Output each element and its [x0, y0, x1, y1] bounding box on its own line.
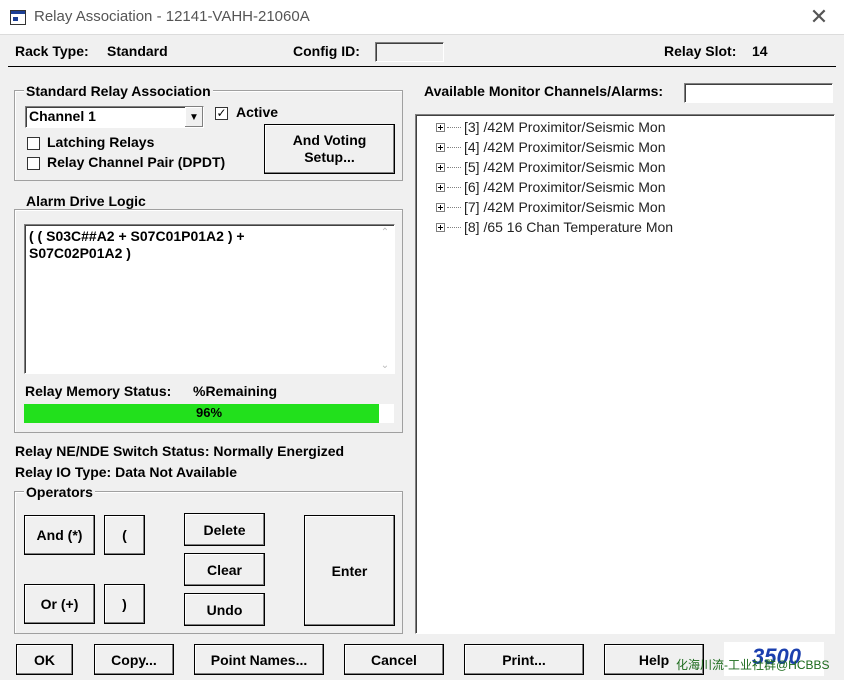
channel-select[interactable]: Channel 1 ▼	[25, 106, 204, 128]
expand-icon[interactable]	[436, 182, 445, 192]
tree-item[interactable]: [3] /42M Proximitor/Seismic Mon	[436, 117, 673, 137]
relay-association-group-label: Standard Relay Association	[24, 83, 213, 99]
alarm-drive-logic-group-label: Alarm Drive Logic	[24, 193, 148, 209]
close-paren-button[interactable]: )	[104, 584, 145, 624]
channel-select-value: Channel 1	[29, 108, 96, 124]
watermark: 化海川流-工业社群@HCBBS	[676, 658, 830, 672]
point-names-button[interactable]: Point Names...	[194, 644, 324, 675]
open-paren-button[interactable]: (	[104, 515, 145, 555]
enter-button[interactable]: Enter	[304, 515, 395, 626]
remaining-label: %Remaining	[193, 383, 278, 399]
tree-item-label: [4] /42M Proximitor/Seismic Mon	[464, 139, 666, 155]
window-title: Relay Association - 12141-VAHH-21060A	[34, 8, 310, 25]
switch-status: Relay NE/NDE Switch Status: Normally Ene…	[15, 443, 345, 459]
expand-icon[interactable]	[436, 122, 445, 132]
relay-slot-value: 14	[752, 43, 768, 59]
io-type: Relay IO Type: Data Not Available	[15, 464, 237, 480]
print-button[interactable]: Print...	[464, 644, 584, 675]
delete-button[interactable]: Delete	[184, 513, 265, 546]
copy-button[interactable]: Copy...	[94, 644, 174, 675]
rack-type-value: Standard	[107, 43, 168, 59]
active-checkbox[interactable]: ✓	[215, 107, 228, 120]
operators-group-label: Operators	[24, 484, 95, 500]
latching-relays-checkbox[interactable]	[27, 137, 40, 150]
rack-type-label: Rack Type:	[15, 43, 89, 59]
close-icon[interactable]: ✕	[804, 4, 834, 30]
and-voting-line1: And Voting	[292, 132, 367, 148]
ok-button[interactable]: OK	[16, 644, 73, 675]
scroll-down-icon[interactable]: ⌄	[378, 360, 392, 371]
expand-icon[interactable]	[436, 142, 445, 152]
tree-item-label: [6] /42M Proximitor/Seismic Mon	[464, 179, 666, 195]
cancel-button[interactable]: Cancel	[344, 644, 444, 675]
chevron-down-icon[interactable]: ▼	[185, 107, 203, 127]
alarm-logic-editor[interactable]: ( ( S03C##A2 + S07C01P01A2 ) + S07C02P01…	[24, 224, 395, 374]
tree-item[interactable]: [4] /42M Proximitor/Seismic Mon	[436, 137, 673, 157]
tree-item-label: [8] /65 16 Chan Temperature Mon	[464, 219, 674, 235]
relay-channel-pair-checkbox[interactable]	[27, 157, 40, 170]
tree-item[interactable]: [8] /65 16 Chan Temperature Mon	[436, 217, 673, 237]
alarm-logic-expression[interactable]: ( ( S03C##A2 + S07C01P01A2 ) + S07C02P01…	[29, 228, 369, 262]
active-label: Active	[236, 104, 279, 120]
and-operator-button[interactable]: And (*)	[24, 515, 95, 555]
tree-item[interactable]: [7] /42M Proximitor/Seismic Mon	[436, 197, 673, 217]
tree-item[interactable]: [6] /42M Proximitor/Seismic Mon	[436, 177, 673, 197]
tree-item-label: [5] /42M Proximitor/Seismic Mon	[464, 159, 666, 175]
header-divider	[8, 66, 836, 67]
relay-channel-pair-label: Relay Channel Pair (DPDT)	[47, 154, 226, 170]
memory-progress-bar: 96%	[24, 404, 394, 423]
relay-slot-label: Relay Slot:	[664, 43, 737, 59]
monitor-tree[interactable]: [3] /42M Proximitor/Seismic Mon [4] /42M…	[415, 114, 835, 634]
tree-item[interactable]: [5] /42M Proximitor/Seismic Mon	[436, 157, 673, 177]
monitor-channels-label: Available Monitor Channels/Alarms:	[424, 83, 664, 99]
editor-scrollbar[interactable]: ⌃ ⌄	[378, 227, 392, 371]
and-voting-line2: Setup...	[304, 149, 355, 165]
tree-list: [3] /42M Proximitor/Seismic Mon [4] /42M…	[436, 117, 673, 237]
expand-icon[interactable]	[436, 202, 445, 212]
config-id-field	[375, 42, 444, 62]
clear-button[interactable]: Clear	[184, 553, 265, 586]
memory-status-label: Relay Memory Status:	[25, 383, 172, 399]
expand-icon[interactable]	[436, 222, 445, 232]
latching-relays-label: Latching Relays	[47, 134, 155, 150]
tree-item-label: [7] /42M Proximitor/Seismic Mon	[464, 199, 666, 215]
app-window-icon	[10, 10, 26, 25]
memory-progress-text: 96%	[195, 405, 223, 420]
undo-button[interactable]: Undo	[184, 593, 265, 626]
or-operator-button[interactable]: Or (+)	[24, 584, 95, 624]
config-id-label: Config ID:	[293, 43, 360, 59]
scroll-up-icon[interactable]: ⌃	[378, 227, 392, 238]
and-voting-setup-button[interactable]: And Voting Setup...	[264, 124, 395, 174]
monitor-search-input[interactable]	[684, 83, 833, 103]
expand-icon[interactable]	[436, 162, 445, 172]
tree-item-label: [3] /42M Proximitor/Seismic Mon	[464, 119, 666, 135]
